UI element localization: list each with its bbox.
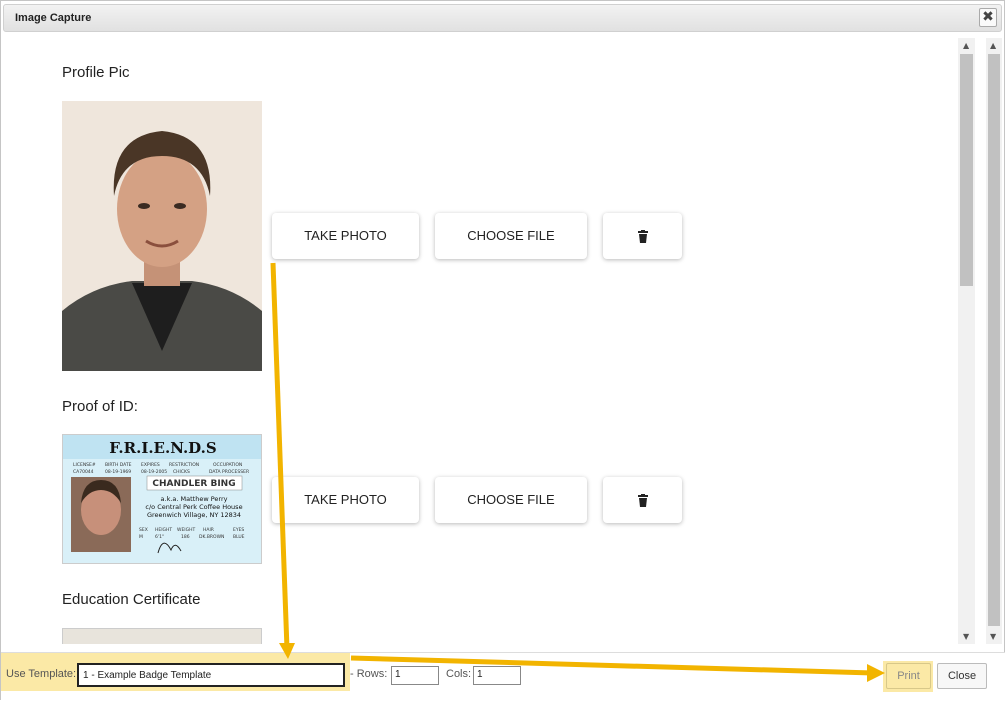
profile-photo <box>62 101 262 371</box>
delete-button-profile[interactable] <box>603 213 682 259</box>
id-card-value-1: 08-19-1969 <box>105 469 131 475</box>
template-select[interactable]: 1 - Example Badge Template <box>77 663 345 687</box>
id-card-field-3: RESTRICTION <box>169 462 199 468</box>
print-button[interactable]: Print <box>886 663 931 689</box>
cols-label: Cols: <box>446 668 472 680</box>
delete-button-id[interactable] <box>603 477 682 523</box>
cols-input[interactable]: 1 <box>473 666 521 685</box>
scrollbar-thumb[interactable] <box>988 54 1000 626</box>
id-card-aka: a.k.a. Matthew Perry <box>161 495 228 503</box>
education-certificate-image <box>62 628 262 644</box>
id-card-value-2: 08-19-2005 <box>141 469 167 475</box>
content-scrollbar[interactable]: ▲ ▼ <box>958 38 975 644</box>
id-card-stats-value-4: BLUE <box>233 534 245 540</box>
use-template-label: Use Template: <box>6 668 77 680</box>
id-card-field-4: OCCUPATION <box>213 462 242 468</box>
id-card-value-4: DATA PROCESSER <box>209 469 249 475</box>
id-card-stats-label-3: HAIR <box>203 527 214 533</box>
section-label-education-certificate: Education Certificate <box>62 591 201 608</box>
id-card-value-3: CHICKS <box>173 469 190 475</box>
choose-file-button-profile[interactable]: CHOOSE FILE <box>435 213 587 259</box>
id-card-stats-label-1: HEIGHT <box>155 527 172 533</box>
id-card-image: F.R.I.E.N.D.S LICENSE# BIRTH DATE EXPIRE… <box>62 434 262 564</box>
footer-bar: Use Template: 1 - Example Badge Template… <box>1 652 1005 701</box>
id-card-value-0: CA70044 <box>73 469 94 475</box>
id-card-field-1: BIRTH DATE <box>105 462 132 468</box>
section-label-proof-of-id: Proof of ID: <box>62 398 138 415</box>
id-card-address1: c/o Central Perk Coffee House <box>145 503 242 511</box>
id-card-header: F.R.I.E.N.D.S <box>109 439 216 457</box>
dialog-title: Image Capture <box>15 12 92 24</box>
id-card-stats-value-3: DK.BROWN <box>199 534 224 540</box>
id-card-address2: Greenwich Village, NY 12834 <box>147 511 241 519</box>
dialog-titlebar: Image Capture ✖ <box>3 4 1002 32</box>
dialog-content: Profile Pic TAKE PHOTO CHOOSE FILE Proof… <box>1 34 976 644</box>
section-label-profile-pic: Profile Pic <box>62 64 130 81</box>
id-card-name: CHANDLER BING <box>152 479 235 489</box>
close-button[interactable]: Close <box>937 663 987 689</box>
id-card-stats-value-1: 6'1" <box>155 534 164 540</box>
trash-icon <box>637 228 648 244</box>
image-capture-dialog: Image Capture ✖ Profile Pic TAKE PHOTO C… <box>0 0 1005 701</box>
scrollbar-thumb[interactable] <box>960 54 973 286</box>
scroll-down-icon[interactable]: ▼ <box>990 632 996 641</box>
take-photo-button-id[interactable]: TAKE PHOTO <box>272 477 419 523</box>
take-photo-button-profile[interactable]: TAKE PHOTO <box>272 213 419 259</box>
id-card-field-2: EXPIRES <box>141 462 160 468</box>
scroll-down-icon[interactable]: ▼ <box>963 632 969 641</box>
scroll-up-icon[interactable]: ▲ <box>990 41 996 50</box>
dialog-scrollbar[interactable]: ▲ ▼ <box>986 38 1002 644</box>
id-card-stats-label-4: EYES <box>233 527 244 533</box>
id-card-stats-label-0: SEX <box>139 527 148 533</box>
close-icon[interactable]: ✖ <box>979 8 997 27</box>
scroll-up-icon[interactable]: ▲ <box>963 41 969 50</box>
id-card-field-0: LICENSE# <box>73 462 96 468</box>
id-card-stats-value-0: M <box>139 534 143 540</box>
rows-input[interactable]: 1 <box>391 666 439 685</box>
choose-file-button-id[interactable]: CHOOSE FILE <box>435 477 587 523</box>
trash-icon <box>637 492 648 508</box>
id-card-stats-label-2: WEIGHT <box>177 527 195 533</box>
rows-label: - Rows: <box>350 668 388 680</box>
id-card-stats-value-2: 186 <box>181 534 190 540</box>
